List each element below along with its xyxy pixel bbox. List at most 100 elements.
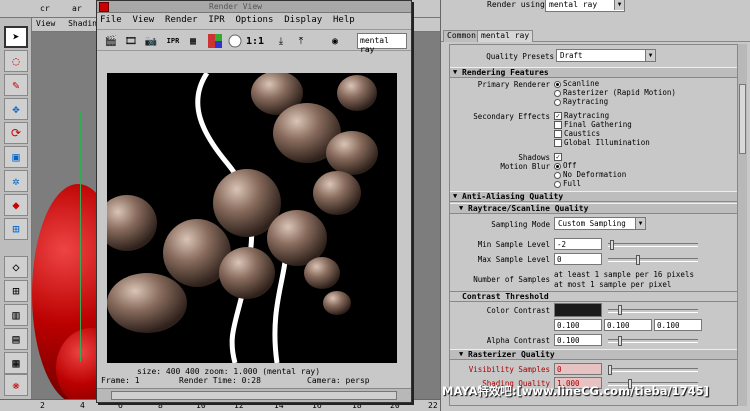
checkbox-icon <box>554 130 562 138</box>
visibility-samples-thumb[interactable] <box>608 365 612 375</box>
section-rasterizer-quality[interactable]: ▼ Rasterizer Quality <box>450 349 742 360</box>
menu-help[interactable]: Help <box>330 14 358 26</box>
select-tool-icon[interactable]: ➤ <box>4 26 28 48</box>
sampling-mode-value: Custom Sampling <box>558 219 626 228</box>
show-manip-icon[interactable]: ⊞ <box>4 218 28 240</box>
max-sample-field[interactable]: 0 <box>554 253 602 265</box>
radio-rasterizer[interactable]: Rasterizer (Rapid Motion) <box>554 88 676 97</box>
check-shadows[interactable]: ✓ <box>554 152 564 161</box>
render-using-value: mental ray <box>549 0 598 9</box>
radio-raytracing[interactable]: Raytracing <box>554 97 608 106</box>
redo-render-icon[interactable]: 🎞 <box>123 33 139 49</box>
render-using-select[interactable]: mental ray ▼ <box>545 0 625 12</box>
option-label: Scanline <box>563 79 600 88</box>
menu-display[interactable]: Display <box>281 14 325 26</box>
watermark: MAYA特效吧:[www.lineCG.com/tieba/1745] <box>442 384 709 398</box>
color-contrast-label: Color Contrast <box>486 306 550 315</box>
menu-file[interactable]: File <box>97 14 125 26</box>
max-sample-thumb[interactable] <box>636 255 640 265</box>
ipr-icon[interactable]: IPR <box>165 33 181 49</box>
render-using-row: Render using: mental ray ▼ <box>441 0 750 18</box>
radio-mb-no-deformation[interactable]: No Deformation <box>554 170 626 179</box>
check-raytracing[interactable]: ✓ Raytracing <box>554 111 609 120</box>
keep-image-icon[interactable]: ⤓ <box>273 33 289 49</box>
visibility-samples-label: Visibility Samples <box>468 365 550 374</box>
menu-ipr[interactable]: IPR <box>205 14 227 26</box>
remove-image-icon[interactable]: ⤒ <box>293 33 309 49</box>
menu-render[interactable]: Render <box>162 14 201 26</box>
move-tool-icon[interactable]: ✥ <box>4 98 28 120</box>
alpha-contrast-thumb[interactable] <box>618 336 622 346</box>
manipulator-icon[interactable]: ✲ <box>4 170 28 192</box>
primary-renderer-label: Primary Renderer <box>477 80 550 89</box>
checkbox-icon: ✓ <box>554 153 562 161</box>
scroll-thumb[interactable] <box>111 391 397 400</box>
menu-view[interactable]: View <box>32 18 59 29</box>
check-global-illumination[interactable]: Global Illumination <box>554 138 650 147</box>
hypershade-icon[interactable]: ❋ <box>4 374 28 396</box>
radio-scanline[interactable]: Scanline <box>554 79 599 88</box>
visibility-samples-field[interactable]: 0 <box>554 363 602 375</box>
color-contrast-thumb[interactable] <box>618 305 622 315</box>
layout-single-icon[interactable]: ◇ <box>4 256 28 278</box>
quality-presets-select[interactable]: Draft ▼ <box>556 49 656 62</box>
render-settings-panel: Render using: mental ray ▼ Common mental… <box>440 0 750 411</box>
window-title-bar[interactable]: Render View <box>97 1 411 13</box>
section-title: Rendering Features <box>462 68 549 77</box>
lasso-tool-icon[interactable]: ◌ <box>4 50 28 72</box>
scroll-thumb[interactable] <box>739 84 746 154</box>
max-sample-slider[interactable] <box>608 258 698 262</box>
layout-graph-icon[interactable]: ▦ <box>4 352 28 374</box>
paint-select-icon[interactable]: ✎ <box>4 74 28 96</box>
scale-tool-icon[interactable]: ▣ <box>4 146 28 168</box>
collapse-arrow-icon: ▼ <box>459 204 464 212</box>
quality-presets-value: Draft <box>560 51 583 60</box>
section-rendering-features[interactable]: ▼ Rendering Features <box>450 67 742 78</box>
horizontal-scrollbar[interactable] <box>97 388 411 402</box>
alpha-contrast-field[interactable]: 0.100 <box>554 334 602 346</box>
checkbox-icon <box>554 121 562 129</box>
layout-outliner-icon[interactable]: ▤ <box>4 328 28 350</box>
color-contrast-g[interactable]: 0.100 <box>604 319 652 331</box>
soft-mod-icon[interactable]: ◆ <box>4 194 28 216</box>
menu-view[interactable]: View <box>130 14 158 26</box>
sampling-mode-select[interactable]: Custom Sampling ▼ <box>554 217 646 230</box>
vertical-scrollbar[interactable] <box>737 44 747 406</box>
layout-two-icon[interactable]: ▥ <box>4 304 28 326</box>
render-view-window: Render View File View Render IPR Options… <box>96 0 412 403</box>
tab-mental-ray[interactable]: mental ray <box>477 30 534 42</box>
check-caustics[interactable]: Caustics <box>554 129 600 138</box>
section-anti-aliasing[interactable]: ▼ Anti-Aliasing Quality <box>450 191 742 202</box>
alpha-contrast-label: Alpha Contrast <box>486 336 550 345</box>
rgb-channels-icon[interactable] <box>207 33 223 49</box>
color-contrast-swatch[interactable] <box>554 303 602 317</box>
renderer-icon[interactable]: ◉ <box>327 33 343 49</box>
min-sample-field[interactable]: -2 <box>554 238 602 250</box>
min-sample-slider[interactable] <box>608 243 698 247</box>
layout-four-icon[interactable]: ⊞ <box>4 280 28 302</box>
min-sample-thumb[interactable] <box>610 240 614 250</box>
section-contrast-threshold: Contrast Threshold <box>450 291 742 302</box>
status-size-line: size: 400 400 zoom: 1.000 (mental ray) <box>137 367 321 376</box>
visibility-samples-slider[interactable] <box>608 368 698 372</box>
section-raytrace-scanline[interactable]: ▼ Raytrace/Scanline Quality <box>450 203 742 214</box>
color-contrast-r[interactable]: 0.100 <box>554 319 602 331</box>
tab-common[interactable]: Common <box>443 30 480 42</box>
radio-mb-off[interactable]: Off <box>554 161 577 170</box>
redo-ipr-icon[interactable]: ▦ <box>185 33 201 49</box>
option-label: Raytracing <box>564 111 610 120</box>
alpha-icon[interactable] <box>227 33 243 49</box>
renderer-selector[interactable]: mental ray <box>357 33 407 54</box>
rotate-tool-icon[interactable]: ⟳ <box>4 122 28 144</box>
clapper-icon[interactable]: 🎬 <box>103 33 119 49</box>
close-icon[interactable] <box>99 2 109 12</box>
status-frame: Frame: 1 <box>101 376 140 385</box>
menu-options[interactable]: Options <box>232 14 276 26</box>
sampling-mode-label: Sampling Mode <box>491 220 550 229</box>
check-final-gathering[interactable]: Final Gathering <box>554 120 632 129</box>
one-to-one-icon[interactable]: 1:1 <box>246 33 264 49</box>
num-samples-line1: at least 1 sample per 16 pixels <box>554 270 694 279</box>
color-contrast-b[interactable]: 0.100 <box>654 319 702 331</box>
radio-mb-full[interactable]: Full <box>554 179 581 188</box>
snapshot-icon[interactable]: 📷 <box>143 33 159 49</box>
